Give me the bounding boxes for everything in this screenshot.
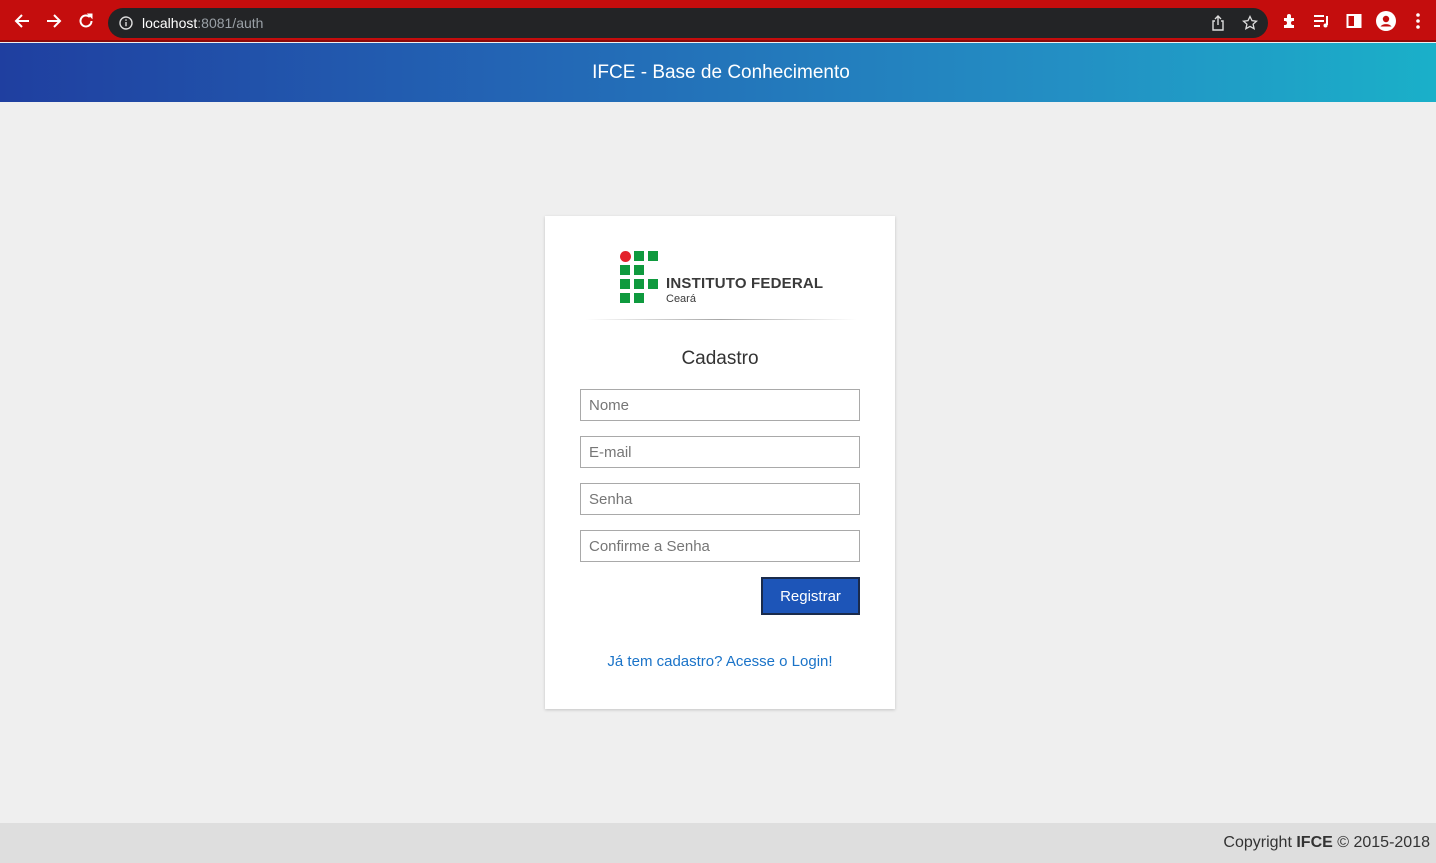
name-field[interactable]: [580, 389, 860, 421]
side-panel-icon[interactable]: [1343, 10, 1365, 32]
info-icon[interactable]: [116, 13, 136, 33]
copyright-prefix: Copyright: [1223, 834, 1292, 851]
url-text[interactable]: localhost:8081/auth: [142, 15, 263, 31]
address-bar[interactable]: localhost:8081/auth: [108, 8, 1268, 38]
bookmark-star-icon[interactable]: [1240, 13, 1260, 33]
share-icon[interactable]: [1208, 13, 1228, 33]
register-card: INSTITUTO FEDERAL Ceará Cadastro Registr…: [545, 216, 895, 709]
reload-icon[interactable]: [74, 9, 98, 33]
url-path: :8081/auth: [197, 15, 264, 31]
extensions-icon[interactable]: [1279, 10, 1301, 32]
password-field[interactable]: [580, 483, 860, 515]
logo-text: INSTITUTO FEDERAL: [666, 275, 824, 292]
ifce-logo-mark-icon: [620, 251, 658, 303]
media-playlist-icon[interactable]: [1311, 10, 1333, 32]
app-header: IFCE - Base de Conhecimento: [0, 43, 1436, 102]
forward-icon[interactable]: [42, 9, 66, 33]
login-link[interactable]: Já tem cadastro? Acesse o Login!: [545, 653, 895, 670]
app-title: IFCE - Base de Conhecimento: [592, 61, 850, 83]
register-button[interactable]: Registrar: [761, 577, 860, 615]
email-field[interactable]: [580, 436, 860, 468]
more-menu-icon[interactable]: [1407, 10, 1429, 32]
back-icon[interactable]: [10, 9, 34, 33]
copyright-brand: IFCE: [1296, 834, 1333, 851]
form-title: Cadastro: [681, 348, 759, 369]
browser-toolbar: localhost:8081/auth: [0, 0, 1436, 42]
logo-divider: [585, 319, 857, 320]
copyright-years: © 2015-2018: [1337, 834, 1430, 851]
logo-subtext: Ceará: [666, 293, 696, 305]
profile-avatar-icon[interactable]: [1375, 10, 1397, 32]
copyright-text: Copyright IFCE © 2015-2018: [1223, 834, 1430, 852]
footer: Copyright IFCE © 2015-2018: [0, 823, 1436, 863]
ifce-logo: INSTITUTO FEDERAL Ceará: [620, 251, 830, 307]
url-host: localhost: [142, 15, 198, 31]
confirm-password-field[interactable]: [580, 530, 860, 562]
